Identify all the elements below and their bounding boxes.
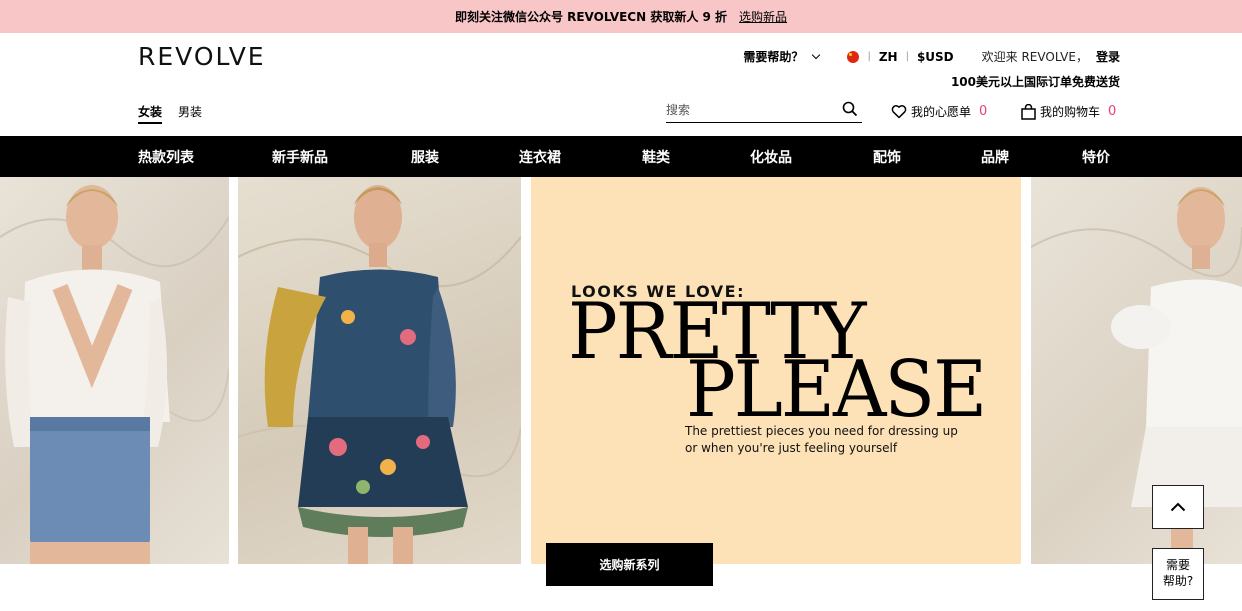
nav-item-brands[interactable]: 品牌 [981, 147, 1009, 167]
cart-label: 我的购物车 [1040, 105, 1101, 119]
free-shipping-notice: 100美元以上国际订单免费送货 [950, 75, 1120, 89]
banner-subtitle: The prettiest pieces you need for dressi… [685, 423, 985, 457]
model-photo-floral-dress[interactable] [238, 177, 521, 564]
help-label: 需要帮助？ [743, 50, 804, 64]
main-nav: 热款列表 新手新品 服装 连衣裙 鞋类 化妆品 配饰 品牌 特价 [0, 136, 1242, 177]
nav-item-sale[interactable]: 特价 [1082, 147, 1110, 167]
chevron-down-icon [812, 50, 821, 59]
model-photo-lace-top[interactable] [0, 177, 229, 564]
wishlist-count: 0 [979, 104, 988, 119]
pretty-please-banner[interactable]: LOOKS WE LOVE: PRETTY PLEASE The prettie… [531, 177, 1021, 564]
nav-item-new-arrivals[interactable]: 新手新品 [272, 147, 328, 167]
nav-item-beauty[interactable]: 化妆品 [750, 147, 792, 167]
banner-title-line2: PLEASE [686, 344, 987, 436]
nav-item-dresses[interactable]: 连衣裙 [519, 147, 561, 167]
tab-men[interactable]: 男装 [178, 103, 202, 124]
search-input[interactable] [666, 102, 836, 117]
banner-subtitle-line2: or when you're just feeling yourself [685, 441, 898, 455]
help-chat-button[interactable]: 需要 帮助? [1152, 548, 1204, 600]
shop-new-collection-button[interactable]: 选购新系列 [546, 543, 713, 586]
wishlist-link[interactable]: 我的心愿单 0 [891, 103, 987, 120]
help-chat-line2: 帮助? [1162, 574, 1194, 588]
utility-bar: 需要帮助？ | ZH | $USD 欢迎来 REVOLVE， 登录 [743, 48, 1120, 65]
search-bar [666, 97, 862, 123]
help-chat-line1: 需要 [1165, 558, 1190, 572]
china-flag-icon[interactable] [847, 50, 860, 63]
welcome-text: 欢迎来 REVOLVE， [981, 50, 1088, 64]
back-to-top-button[interactable] [1152, 485, 1204, 529]
banner-subtitle-line1: The prettiest pieces you need for dressi… [685, 424, 958, 438]
login-link[interactable]: 登录 [1096, 48, 1120, 65]
nav-item-accessories[interactable]: 配饰 [873, 147, 901, 167]
shopping-bag-icon [1021, 103, 1036, 120]
revolve-logo[interactable]: REVOLVE [138, 42, 266, 71]
cart-link[interactable]: 我的购物车 0 [1021, 103, 1116, 120]
chevron-up-icon [1170, 502, 1186, 512]
tab-women[interactable]: 女装 [138, 103, 163, 124]
model-photo-white-dress[interactable] [1031, 177, 1242, 564]
search-icon[interactable] [842, 101, 858, 121]
nav-item-shoes[interactable]: 鞋类 [642, 147, 670, 167]
wishlist-label: 我的心愿单 [911, 105, 972, 119]
promo-shop-link[interactable]: 选购新品 [739, 8, 787, 25]
promo-text: 即刻关注微信公众号 REVOLVECN 获取新人 9 折 [454, 10, 728, 24]
hero-banner: LOOKS WE LOVE: PRETTY PLEASE The prettie… [0, 177, 1242, 565]
heart-icon [891, 105, 907, 119]
divider: | [867, 51, 871, 62]
nav-item-trending[interactable]: 热款列表 [138, 147, 194, 167]
gender-tabs: 女装 男装 [138, 103, 218, 124]
cart-count: 0 [1108, 104, 1117, 119]
nav-item-clothing[interactable]: 服装 [411, 147, 439, 167]
divider: | [905, 51, 909, 62]
currency-selector[interactable]: $USD [917, 50, 954, 64]
promo-bar: 即刻关注微信公众号 REVOLVECN 获取新人 9 折 选购新品 [0, 0, 1242, 33]
language-selector[interactable]: ZH [879, 50, 898, 64]
help-dropdown[interactable]: 需要帮助？ [743, 48, 821, 65]
